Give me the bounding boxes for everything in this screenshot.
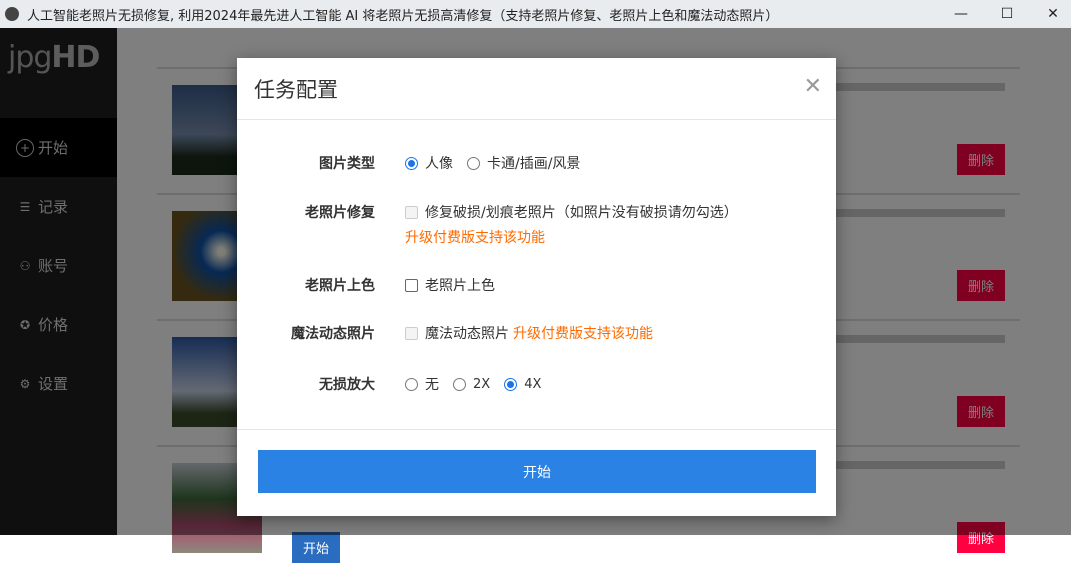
minimize-button[interactable]: — [938,0,984,28]
radio-2x[interactable]: 2X [453,377,490,392]
app-icon [5,7,19,21]
task-config-dialog: 任务配置 ✕ 图片类型 人像 卡通/插画/风景 老照片修复 修复破损/划痕老照片… [237,58,836,516]
window-title: 人工智能老照片无损修复, 利用2024年最先进人工智能 AI 将老照片无损高清修… [27,8,779,24]
repair-label: 老照片修复 [305,205,375,221]
upscale-label: 无损放大 [319,377,375,393]
maximize-button[interactable]: ☐ [984,0,1030,28]
colorize-label: 老照片上色 [305,278,375,294]
radio-portrait[interactable]: 人像 [405,153,453,173]
dialog-title: 任务配置 [254,77,338,102]
repair-checkbox[interactable]: 修复破损/划痕老照片（如照片没有破损请勿勾选） [405,202,738,222]
close-icon[interactable]: ✕ [804,74,822,99]
divider [237,429,836,430]
start-task-button[interactable]: 开始 [292,532,340,563]
close-window-button[interactable]: ✕ [1030,0,1071,28]
title-bar: 人工智能老照片无损修复, 利用2024年最先进人工智能 AI 将老照片无损高清修… [0,0,1071,28]
magic-label: 魔法动态照片 [291,326,375,342]
radio-none[interactable]: 无 [405,374,439,394]
start-button[interactable]: 开始 [258,450,816,493]
image-type-label: 图片类型 [319,156,375,172]
colorize-checkbox[interactable]: 老照片上色 [405,275,495,295]
radio-4x[interactable]: 4X [504,377,541,392]
magic-checkbox[interactable]: 魔法动态照片 [405,323,509,343]
upgrade-note[interactable]: 升级付费版支持该功能 [513,323,653,343]
upgrade-note[interactable]: 升级付费版支持该功能 [405,227,825,247]
radio-cartoon[interactable]: 卡通/插画/风景 [467,153,580,173]
